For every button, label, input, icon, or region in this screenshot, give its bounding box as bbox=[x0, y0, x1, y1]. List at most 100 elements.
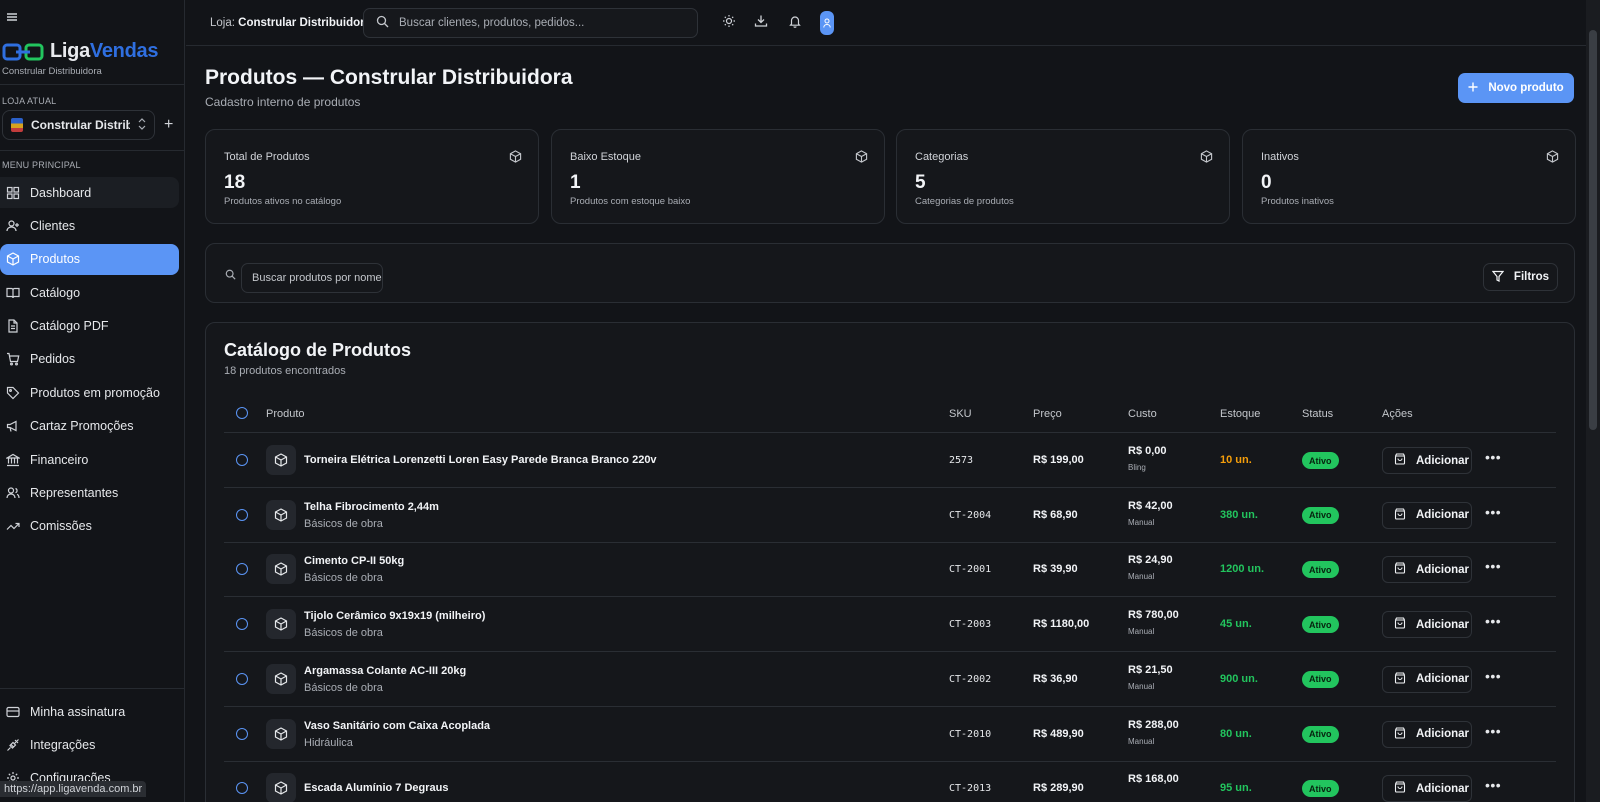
product-sku: 2573 bbox=[949, 455, 974, 466]
book-icon bbox=[6, 286, 20, 300]
table-row[interactable]: Telha Fibrocimento 2,44m Básicos de obra C… bbox=[224, 488, 1556, 543]
divider bbox=[0, 84, 185, 85]
sidebar-item-catalogo-pdf[interactable]: Catálogo PDF bbox=[0, 311, 179, 342]
row-checkbox[interactable] bbox=[236, 508, 248, 521]
shopping-bag-icon bbox=[1394, 781, 1406, 796]
sidebar-item-representantes[interactable]: Representantes bbox=[0, 478, 179, 509]
add-to-cart-button[interactable]: Adicionar bbox=[1382, 611, 1472, 639]
filter-bar: Buscar produtos por nome Filtros bbox=[205, 243, 1575, 303]
table-row[interactable]: Escada Alumínio 7 Degraus CT-2013 R$ 289,9… bbox=[224, 761, 1556, 802]
sidebar-item-cartaz[interactable]: Cartaz Promoções bbox=[0, 411, 179, 442]
user-avatar[interactable] bbox=[820, 11, 834, 35]
sidebar-item-promocao[interactable]: Produtos em promoção bbox=[0, 377, 179, 408]
status-badge: Ativo bbox=[1302, 506, 1339, 524]
box-icon bbox=[855, 150, 868, 163]
product-search-input[interactable]: Buscar produtos por nome bbox=[241, 263, 383, 293]
filters-button[interactable]: Filtros bbox=[1483, 263, 1558, 291]
table-row[interactable]: Torneira Elétrica Lorenzetti Loren Easy … bbox=[224, 433, 1556, 488]
add-to-cart-button[interactable]: Adicionar bbox=[1382, 720, 1472, 748]
row-checkbox[interactable] bbox=[236, 782, 248, 795]
row-checkbox[interactable] bbox=[236, 727, 248, 740]
more-actions-icon[interactable]: ••• bbox=[1485, 668, 1501, 684]
column-header-product[interactable]: Produto bbox=[266, 408, 305, 420]
row-checkbox[interactable] bbox=[236, 563, 248, 576]
more-actions-icon[interactable]: ••• bbox=[1485, 558, 1501, 574]
sidebar-item-label: Representantes bbox=[30, 486, 119, 501]
product-name[interactable]: Tijolo Cerâmico 9x19x19 (milheiro) bbox=[304, 610, 485, 622]
theme-toggle-sun-icon[interactable] bbox=[722, 14, 738, 30]
cost-source: Manual bbox=[1128, 736, 1155, 746]
store-selector-label: Constrular Distrib... bbox=[31, 118, 130, 132]
add-to-cart-button[interactable]: Adicionar bbox=[1382, 665, 1472, 693]
add-label: Adicionar bbox=[1416, 673, 1470, 686]
product-name[interactable]: Torneira Elétrica Lorenzetti Loren Easy … bbox=[304, 454, 657, 466]
product-stock: 45 un. bbox=[1220, 618, 1252, 631]
add-to-cart-button[interactable]: Adicionar bbox=[1382, 556, 1472, 584]
users-icon bbox=[6, 486, 20, 500]
scrollbar-thumb[interactable] bbox=[1589, 30, 1597, 430]
sidebar-item-comissoes[interactable]: Comissões bbox=[0, 511, 179, 542]
brand-name-a: Liga bbox=[50, 40, 90, 62]
filters-label: Filtros bbox=[1513, 271, 1550, 283]
sidebar-item-dashboard[interactable]: Dashboard bbox=[0, 177, 179, 208]
page-subtitle: Cadastro interno de produtos bbox=[205, 95, 361, 109]
table-row[interactable]: Tijolo Cerâmico 9x19x19 (milheiro) Básico… bbox=[224, 597, 1556, 653]
product-name[interactable]: Vaso Sanitário com Caixa Acoplada bbox=[304, 720, 490, 732]
user-plus-icon bbox=[6, 219, 20, 233]
global-search-input[interactable]: Buscar clientes, produtos, pedidos... bbox=[363, 8, 698, 38]
row-checkbox[interactable] bbox=[236, 672, 248, 685]
status-badge: Ativo bbox=[1302, 725, 1339, 743]
product-name[interactable]: Escada Alumínio 7 Degraus bbox=[304, 782, 448, 794]
product-name[interactable]: Cimento CP-II 50kg bbox=[304, 555, 404, 567]
download-icon[interactable] bbox=[754, 14, 770, 30]
brand-logo[interactable]: LigaVendas bbox=[2, 40, 158, 63]
select-all-checkbox[interactable] bbox=[236, 407, 248, 419]
more-actions-icon[interactable]: ••• bbox=[1485, 504, 1501, 520]
add-to-cart-button[interactable]: Adicionar bbox=[1382, 775, 1472, 802]
status-badge: Ativo bbox=[1302, 616, 1339, 634]
sidebar-item-clientes[interactable]: Clientes bbox=[0, 210, 179, 241]
new-product-button[interactable]: Novo produto bbox=[1458, 73, 1574, 103]
add-store-button[interactable]: + bbox=[164, 116, 173, 134]
search-icon bbox=[225, 268, 237, 280]
sidebar-item-produtos[interactable]: Produtos bbox=[0, 243, 179, 275]
column-header-price[interactable]: Preço bbox=[1033, 408, 1062, 420]
filter-icon bbox=[1491, 270, 1505, 285]
divider bbox=[0, 150, 185, 151]
add-to-cart-button[interactable]: Adicionar bbox=[1382, 501, 1472, 529]
table-row[interactable]: Cimento CP-II 50kg Básicos de obra CT-2001… bbox=[224, 542, 1556, 598]
stat-card-inactive: Inativos 0 Produtos inativos bbox=[1242, 129, 1576, 224]
table-row[interactable]: Vaso Sanitário com Caixa Acoplada Hidrául… bbox=[224, 707, 1556, 762]
user-icon bbox=[823, 18, 831, 28]
add-to-cart-button[interactable]: Adicionar bbox=[1382, 447, 1472, 474]
column-header-cost[interactable]: Custo bbox=[1128, 408, 1157, 420]
stat-label: Categorias bbox=[915, 151, 969, 163]
more-actions-icon[interactable]: ••• bbox=[1485, 613, 1501, 629]
sidebar-item-integracoes[interactable]: Integrações bbox=[0, 729, 179, 760]
row-checkbox[interactable] bbox=[236, 618, 248, 631]
sidebar-item-label: Comissões bbox=[30, 519, 92, 534]
more-actions-icon[interactable]: ••• bbox=[1485, 449, 1501, 465]
table-row[interactable]: Argamassa Colante AC-III 20kg Básicos de … bbox=[224, 652, 1556, 707]
product-box-icon bbox=[266, 718, 296, 749]
product-sku: CT-2002 bbox=[949, 673, 992, 685]
store-prefix: Loja: bbox=[210, 17, 235, 29]
more-actions-icon[interactable]: ••• bbox=[1485, 777, 1501, 793]
stat-card-total: Total de Produtos 18 Produtos ativos no … bbox=[205, 129, 539, 224]
bell-icon[interactable] bbox=[788, 14, 804, 30]
sidebar-item-pedidos[interactable]: Pedidos bbox=[0, 344, 179, 375]
product-name[interactable]: Argamassa Colante AC-III 20kg bbox=[304, 665, 466, 677]
sidebar-item-catalogo[interactable]: Catálogo bbox=[0, 277, 179, 308]
product-name[interactable]: Telha Fibrocimento 2,44m bbox=[304, 501, 439, 513]
grid-icon bbox=[6, 186, 20, 200]
menu-toggle-icon[interactable] bbox=[6, 10, 22, 26]
page-scrollbar[interactable] bbox=[1586, 0, 1600, 802]
status-badge: Ativo bbox=[1302, 452, 1339, 469]
column-header-sku[interactable]: SKU bbox=[949, 408, 972, 420]
more-actions-icon[interactable]: ••• bbox=[1485, 723, 1501, 739]
store-selector[interactable]: Constrular Distrib... bbox=[2, 110, 155, 140]
row-checkbox[interactable] bbox=[236, 454, 248, 466]
column-header-stock[interactable]: Estoque bbox=[1220, 408, 1260, 420]
sidebar-item-financeiro[interactable]: Financeiro bbox=[0, 444, 179, 475]
sidebar-item-assinatura[interactable]: Minha assinatura bbox=[0, 696, 179, 727]
